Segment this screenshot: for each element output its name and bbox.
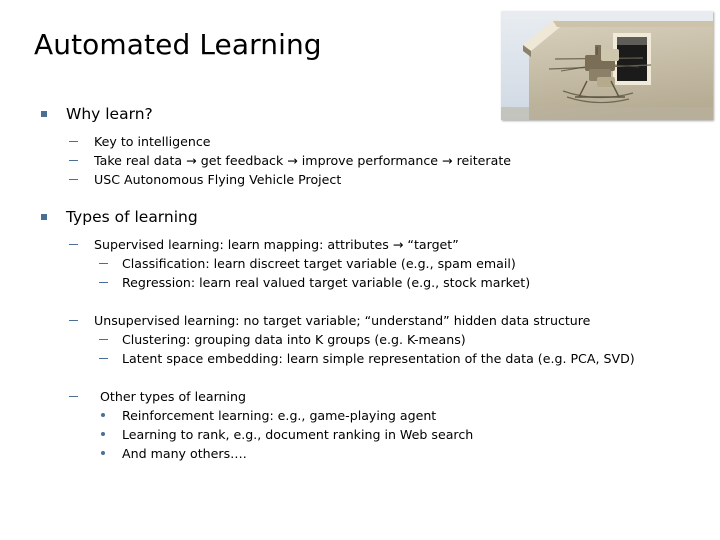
- bullet-why-learn: Why learn?: [38, 103, 720, 125]
- sub-sub-bullet-label: Regression: learn real valued target var…: [122, 275, 531, 290]
- sub-sub-bullet-label: Latent space embedding: learn simple rep…: [122, 351, 635, 366]
- sub-bullet-unsupervised-learning: Unsupervised learning: no target variabl…: [68, 311, 720, 330]
- sub-bullet-label: Take real data → get feedback → improve …: [94, 153, 512, 168]
- dash-bullet-icon: [69, 141, 78, 142]
- dot-bullet-icon: [101, 413, 105, 417]
- sub-sub-bullet-and-many-others: And many others….: [98, 444, 720, 463]
- sub-bullet-key-to-intelligence: Key to intelligence: [68, 132, 720, 151]
- sub-sub-bullet-classification: Classification: learn discreet target va…: [98, 254, 720, 273]
- page-title: Automated Learning: [34, 28, 322, 61]
- dash-bullet-icon: [69, 396, 78, 397]
- square-bullet-icon: [41, 111, 47, 117]
- sub-sub-bullet-label: Learning to rank, e.g., document ranking…: [122, 427, 474, 442]
- square-bullet-icon: [41, 214, 47, 220]
- sub-sub-bullet-clustering: Clustering: grouping data into K groups …: [98, 330, 720, 349]
- bullet-types-of-learning: Types of learning: [38, 206, 720, 228]
- dot-bullet-icon: [101, 432, 105, 436]
- sub-sub-bullet-latent-space: Latent space embedding: learn simple rep…: [98, 349, 720, 368]
- sub-sub-bullet-label: Clustering: grouping data into K groups …: [122, 332, 466, 347]
- slide: Automated Learning Why learn? Key to int…: [0, 0, 720, 540]
- sub-bullet-label: Unsupervised learning: no target variabl…: [94, 313, 591, 328]
- dash-bullet-icon: [69, 160, 78, 161]
- sub-sub-bullet-regression: Regression: learn real valued target var…: [98, 273, 720, 292]
- bullet-label: Why learn?: [66, 105, 153, 123]
- sub-bullet-label: Other types of learning: [100, 389, 246, 404]
- bullet-label: Types of learning: [66, 208, 198, 226]
- sub-bullet-take-real-data: Take real data → get feedback → improve …: [68, 151, 720, 170]
- dash-bullet-icon: [99, 282, 108, 283]
- dash-bullet-icon: [99, 339, 108, 340]
- slide-body: Why learn? Key to intelligence Take real…: [0, 103, 720, 463]
- sub-bullet-label: Key to intelligence: [94, 134, 211, 149]
- sub-bullet-other-types: Other types of learning: [68, 387, 720, 406]
- sub-bullet-usc-project: USC Autonomous Flying Vehicle Project: [68, 170, 720, 189]
- dash-bullet-icon: [69, 320, 78, 321]
- sub-bullet-supervised-learning: Supervised learning: learn mapping: attr…: [68, 235, 720, 254]
- dot-bullet-icon: [101, 451, 105, 455]
- sub-sub-bullet-label: Reinforcement learning: e.g., game-playi…: [122, 408, 437, 423]
- sub-sub-bullet-label: Classification: learn discreet target va…: [122, 256, 516, 271]
- sub-bullet-label: USC Autonomous Flying Vehicle Project: [94, 172, 342, 187]
- sub-sub-bullet-reinforcement-learning: Reinforcement learning: e.g., game-playi…: [98, 406, 720, 425]
- sub-sub-bullet-learning-to-rank: Learning to rank, e.g., document ranking…: [98, 425, 720, 444]
- dash-bullet-icon: [69, 244, 78, 245]
- sub-sub-bullet-label: And many others….: [122, 446, 247, 461]
- dash-bullet-icon: [99, 358, 108, 359]
- dash-bullet-icon: [99, 263, 108, 264]
- dash-bullet-icon: [69, 179, 78, 180]
- sub-bullet-label: Supervised learning: learn mapping: attr…: [94, 237, 459, 252]
